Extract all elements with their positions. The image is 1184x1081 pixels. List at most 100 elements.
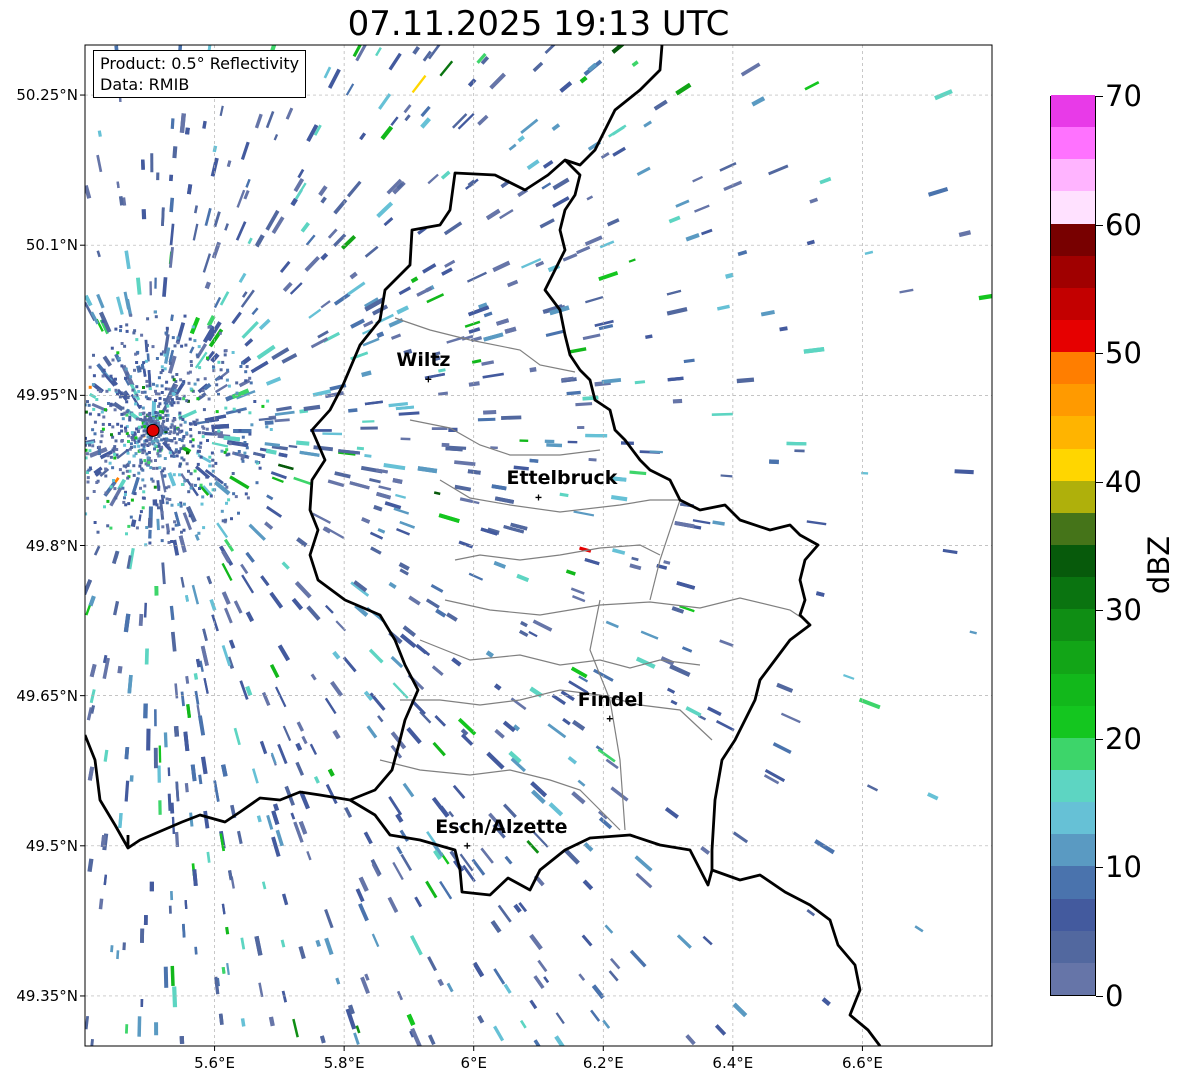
echo-cell	[258, 318, 271, 331]
echo-cell	[154, 310, 157, 314]
echo-cell	[123, 493, 127, 496]
echo-cell	[88, 385, 92, 389]
echo-cell	[402, 782, 415, 798]
echo-cell	[388, 318, 404, 328]
echo-cell	[866, 784, 879, 792]
echo-cell	[249, 381, 253, 385]
echo-cell	[140, 390, 144, 394]
echo-cell	[125, 400, 129, 404]
colorbar-segment	[1051, 158, 1095, 192]
echo-cell	[253, 400, 257, 403]
echo-cell	[207, 397, 211, 401]
echo-cell	[503, 983, 512, 994]
echo-cell	[333, 292, 351, 306]
echo-cell	[300, 222, 310, 233]
echo-cell	[245, 551, 255, 563]
echo-cell	[223, 435, 241, 442]
echo-cell	[227, 498, 231, 502]
echo-cell	[237, 410, 241, 414]
echo-cell	[145, 526, 149, 529]
echo-cell	[98, 452, 101, 456]
echo-cell	[431, 427, 448, 430]
echo-cell	[104, 459, 108, 463]
echo-cell	[719, 162, 737, 172]
echo-cell	[214, 477, 218, 481]
echo-cell	[313, 775, 320, 784]
lon-tick-label: 5.8°E	[323, 1054, 365, 1072]
echo-cell	[101, 319, 105, 323]
echo-cell	[416, 286, 433, 297]
echo-cell	[392, 477, 403, 485]
echo-cell	[806, 520, 827, 526]
echo-cell	[154, 277, 157, 289]
echo-cell	[685, 233, 700, 242]
echo-cell	[113, 487, 117, 491]
echo-cell	[490, 920, 502, 934]
echo-cell	[261, 881, 267, 890]
radar-map[interactable]	[0, 0, 1184, 1081]
echo-cell	[217, 429, 221, 433]
echo-cell	[685, 1034, 696, 1046]
echo-cell	[177, 503, 181, 507]
echo-cell	[628, 258, 636, 263]
echo-cell	[780, 712, 801, 724]
echo-cell	[153, 419, 157, 423]
echo-cell	[120, 364, 124, 368]
echo-cell	[231, 311, 242, 325]
echo-cell	[154, 709, 157, 727]
lat-tick-label: 49.5°N	[25, 836, 78, 855]
echo-cell	[182, 397, 186, 401]
echo-cell	[240, 937, 246, 950]
echo-cell	[225, 926, 230, 935]
echo-cell	[193, 673, 199, 680]
echo-cell	[304, 256, 320, 272]
echo-cell	[138, 448, 142, 452]
echo-cell	[537, 959, 548, 973]
echo-cell	[559, 492, 569, 498]
city-marker	[535, 494, 542, 501]
echo-cell	[185, 127, 190, 135]
echo-cell	[278, 452, 288, 458]
echo-cell	[369, 692, 386, 711]
echo-cell	[570, 587, 585, 595]
echo-cell	[578, 973, 586, 982]
echo-cell	[167, 387, 171, 391]
echo-cell	[375, 47, 382, 57]
echo-cell	[635, 656, 656, 669]
echo-cell	[760, 310, 775, 317]
echo-cell	[168, 451, 172, 455]
echo-cell	[218, 1013, 224, 1025]
echo-cell	[398, 562, 410, 571]
echo-cell	[468, 381, 480, 387]
echo-cell	[440, 170, 451, 180]
echo-cell	[504, 855, 513, 865]
echo-cell	[107, 402, 110, 405]
echo-cell	[192, 223, 199, 241]
echo-cell	[201, 435, 205, 439]
echo-cell	[246, 496, 250, 500]
echo-cell	[182, 380, 186, 384]
echo-cell	[185, 478, 189, 482]
colorbar-tick-label: 0	[1105, 979, 1124, 1013]
echo-cell	[282, 281, 293, 292]
lat-tick-label: 49.95°N	[16, 386, 78, 405]
echo-cell	[327, 768, 335, 777]
echo-cell	[168, 361, 172, 365]
colorbar-segment	[1051, 319, 1095, 353]
echo-cell	[154, 1022, 159, 1036]
echo-cell	[199, 483, 203, 487]
echo-cell	[120, 412, 124, 416]
lat-tick-label: 49.65°N	[16, 686, 78, 705]
echo-cell	[280, 939, 286, 948]
echo-cell	[486, 751, 505, 770]
echo-cell	[277, 644, 291, 662]
echo-cell	[141, 496, 145, 500]
product-label: Product: 0.5° Reflectivity	[100, 54, 300, 73]
echo-cell	[582, 879, 594, 891]
echo-cell	[143, 425, 147, 429]
echo-cell	[197, 345, 201, 349]
echo-cell	[144, 462, 148, 466]
echo-cell	[806, 239, 815, 246]
echo-cell	[261, 404, 265, 408]
echo-cell	[120, 342, 124, 345]
